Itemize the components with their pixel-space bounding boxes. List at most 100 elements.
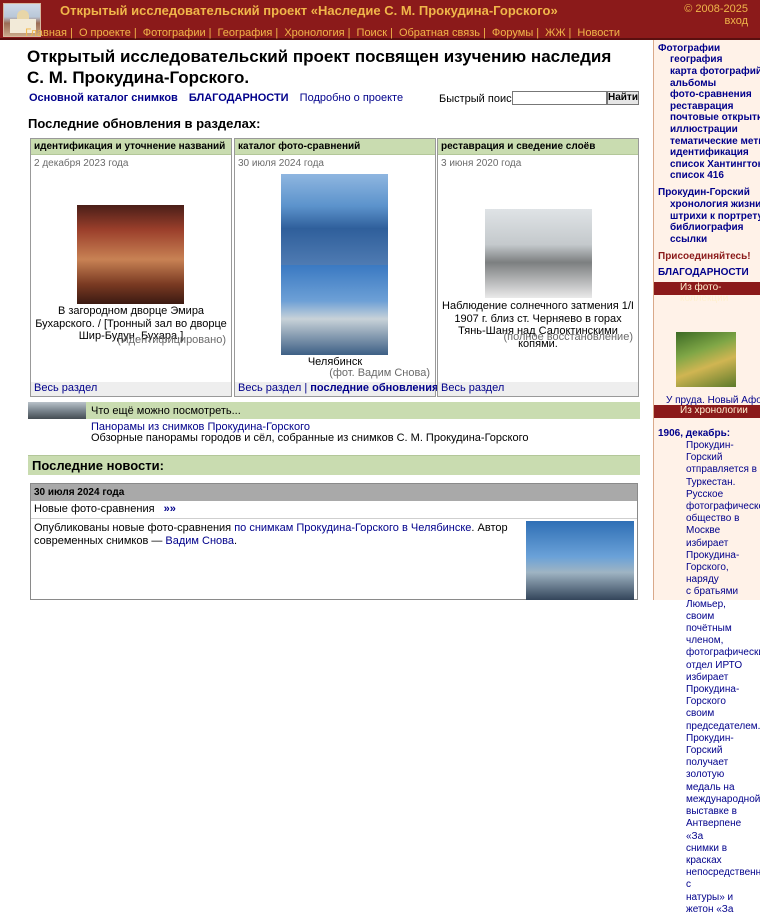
chronology-line: Туркестан. Русское bbox=[686, 476, 736, 500]
news-divider bbox=[31, 518, 637, 519]
sidebar-item-tags[interactable]: тематические метки bbox=[670, 136, 760, 147]
also-see-title: Что ещё можно посмотреть... bbox=[91, 405, 241, 417]
sidebar-photos-head[interactable]: Фотографии bbox=[658, 43, 720, 54]
updates-title: Последние обновления в разделах: bbox=[28, 116, 261, 131]
sidebar-collection-head: Из фото-коллекции bbox=[654, 282, 760, 304]
chronology-line: медаль на bbox=[686, 781, 735, 793]
chronology-line: фотографический bbox=[686, 647, 760, 659]
nav-item-home[interactable]: Главная bbox=[25, 27, 67, 39]
sidebar-item-bibliography[interactable]: библиография bbox=[670, 222, 743, 233]
sidebar-item-albums[interactable]: альбомы bbox=[670, 78, 716, 89]
sidebar-item-identification[interactable]: идентификация bbox=[670, 147, 749, 158]
nav-item-search[interactable]: Поиск bbox=[357, 27, 387, 39]
chronology-line: председателем. bbox=[686, 720, 760, 732]
update-card-comparisons: каталог фото-сравнений 30 июля 2024 года… bbox=[234, 138, 438, 397]
nav-item-lj[interactable]: ЖЖ bbox=[545, 27, 565, 39]
search-button[interactable]: Найти bbox=[607, 91, 639, 105]
card-date: 2 декабря 2023 года bbox=[34, 158, 129, 169]
card-photo[interactable] bbox=[485, 209, 592, 298]
card-header[interactable]: каталог фото-сравнений bbox=[235, 139, 435, 155]
panorama-thumbnail[interactable] bbox=[28, 402, 86, 419]
search-label: Быстрый поиск: bbox=[439, 93, 520, 105]
card-note: (полное восстановление) bbox=[503, 331, 633, 343]
chronology-line: международной bbox=[686, 793, 760, 805]
search-input[interactable] bbox=[512, 91, 607, 105]
panorama-description: Обзорные панорамы городов и сёл, собранн… bbox=[91, 432, 529, 444]
card-latest-link[interactable]: последние обновления bbox=[310, 382, 438, 394]
card-footer: Весь раздел | последние обновления bbox=[235, 382, 438, 396]
news-text-part: Опубликованы новые фото-сравнения bbox=[34, 522, 235, 534]
card-header[interactable]: реставрация и сведение слоёв bbox=[438, 139, 638, 155]
news-link-author[interactable]: Вадим Снова bbox=[165, 535, 234, 547]
chronology-text: Прокудин-Горский отправляется в Туркеста… bbox=[658, 440, 760, 916]
sidebar-item-geography[interactable]: география bbox=[670, 54, 722, 65]
chronology-line: Прокудина-Горского bbox=[686, 684, 740, 708]
chronology-line: Прокудин-Горский bbox=[686, 440, 734, 464]
card-all-link[interactable]: Весь раздел bbox=[34, 382, 97, 394]
sidebar-thanks-link[interactable]: БЛАГОДАРНОСТИ bbox=[658, 267, 749, 278]
site-title: Открытый исследовательский проект «Насле… bbox=[60, 3, 558, 18]
sidebar-item-postcards[interactable]: почтовые открытки bbox=[670, 112, 760, 123]
about-link[interactable]: Подробно о проекте bbox=[300, 92, 403, 104]
login-link[interactable]: вход bbox=[724, 15, 748, 27]
news-item: 30 июля 2024 года Новые фото-сравнения »… bbox=[30, 483, 638, 600]
nav-item-geography[interactable]: География bbox=[218, 27, 273, 39]
sidebar-item-life-chronology[interactable]: хронология жизни bbox=[670, 199, 760, 210]
card-all-link[interactable]: Весь раздел bbox=[238, 382, 301, 394]
chronology-line: фотографическое bbox=[686, 501, 760, 513]
thanks-link[interactable]: БЛАГОДАРНОСТИ bbox=[189, 92, 289, 104]
sidebar-pg-head[interactable]: Прокудин-Горский bbox=[658, 187, 750, 198]
card-note: (Идентифицировано) bbox=[117, 334, 226, 346]
card-photo-new[interactable] bbox=[281, 265, 388, 355]
nav-item-feedback[interactable]: Обратная связь bbox=[399, 27, 480, 39]
nav-item-news[interactable]: Новости bbox=[577, 27, 620, 39]
chronology-line: отправляется в bbox=[686, 464, 757, 476]
card-note: (фот. Вадим Снова) bbox=[329, 367, 430, 379]
chronology-line: получает золотую bbox=[686, 757, 729, 781]
sidebar-join-link[interactable]: Присоединяйтесь! bbox=[658, 251, 751, 262]
chronology-line: Горского, наряду bbox=[686, 562, 729, 586]
chronology-line: отдел ИРТО избирает bbox=[686, 659, 743, 683]
news-photo[interactable] bbox=[526, 521, 634, 600]
news-text-part: . bbox=[234, 535, 238, 547]
update-card-identification: идентификация и уточнение названий 2 дек… bbox=[30, 138, 232, 397]
card-date: 30 июля 2024 года bbox=[238, 158, 324, 169]
news-more-link[interactable]: »» bbox=[164, 503, 176, 515]
catalog-link[interactable]: Основной каталог снимков bbox=[29, 92, 178, 104]
chronology-line: снимки в красках bbox=[686, 842, 728, 866]
chronology-line: с братьями Люмьер, bbox=[686, 586, 739, 610]
news-date: 30 июля 2024 года bbox=[31, 484, 637, 501]
top-links: Основной каталог снимков БЛАГОДАРНОСТИ П… bbox=[29, 92, 411, 104]
sidebar-item-photo-map[interactable]: карта фотографий bbox=[670, 66, 760, 77]
chronology-line: общество в Москве bbox=[686, 513, 740, 537]
news-link-chelyabinsk[interactable]: по снимкам Прокудина-Горского в Челябинс… bbox=[234, 522, 471, 534]
nav-item-forums[interactable]: Форумы bbox=[492, 27, 533, 39]
sidebar-item-portrait[interactable]: штрихи к портрету bbox=[670, 211, 760, 222]
nav-item-about[interactable]: О проекте bbox=[79, 27, 131, 39]
nav-item-photos[interactable]: Фотографии bbox=[143, 27, 206, 39]
chronology-line: членом, bbox=[686, 635, 724, 647]
card-all-link[interactable]: Весь раздел bbox=[441, 382, 504, 394]
sidebar-item-huntington[interactable]: список Хантингтона bbox=[670, 159, 760, 170]
sidebar-item-restoration[interactable]: реставрация bbox=[670, 101, 734, 112]
card-date: 3 июня 2020 года bbox=[441, 158, 522, 169]
news-text: Опубликованы новые фото-сравнения по сни… bbox=[34, 522, 514, 548]
chronology-line: своим почётным bbox=[686, 610, 732, 635]
card-header[interactable]: идентификация и уточнение названий bbox=[31, 139, 231, 155]
chronology-date: 1906, декабрь: bbox=[658, 428, 731, 439]
sidebar-item-list-416[interactable]: список 416 bbox=[670, 170, 724, 181]
sidebar-item-illustrations[interactable]: иллюстрации bbox=[670, 124, 738, 135]
nav-item-chronology[interactable]: Хронология bbox=[284, 27, 344, 39]
sidebar-collection-photo[interactable] bbox=[676, 332, 736, 387]
headline-line-1: Открытый исследовательский проект посвящ… bbox=[27, 47, 612, 66]
main-nav: Главная | О проекте | Фотографии | Географи… bbox=[25, 27, 620, 39]
copyright: © 2008-2025 bbox=[684, 3, 748, 15]
chronology-line: непосредственно с bbox=[686, 867, 760, 891]
card-photo[interactable] bbox=[77, 205, 184, 304]
sidebar-item-links[interactable]: ссылки bbox=[670, 234, 707, 245]
news-title: Последние новости: bbox=[32, 458, 164, 473]
sidebar-item-comparisons[interactable]: фото-сравнения bbox=[670, 89, 752, 100]
chronology-line: Прокудин-Горский bbox=[686, 732, 734, 757]
card-photo-old[interactable] bbox=[281, 174, 388, 265]
sidebar-chronology-head: Из хронологии bbox=[654, 405, 760, 418]
